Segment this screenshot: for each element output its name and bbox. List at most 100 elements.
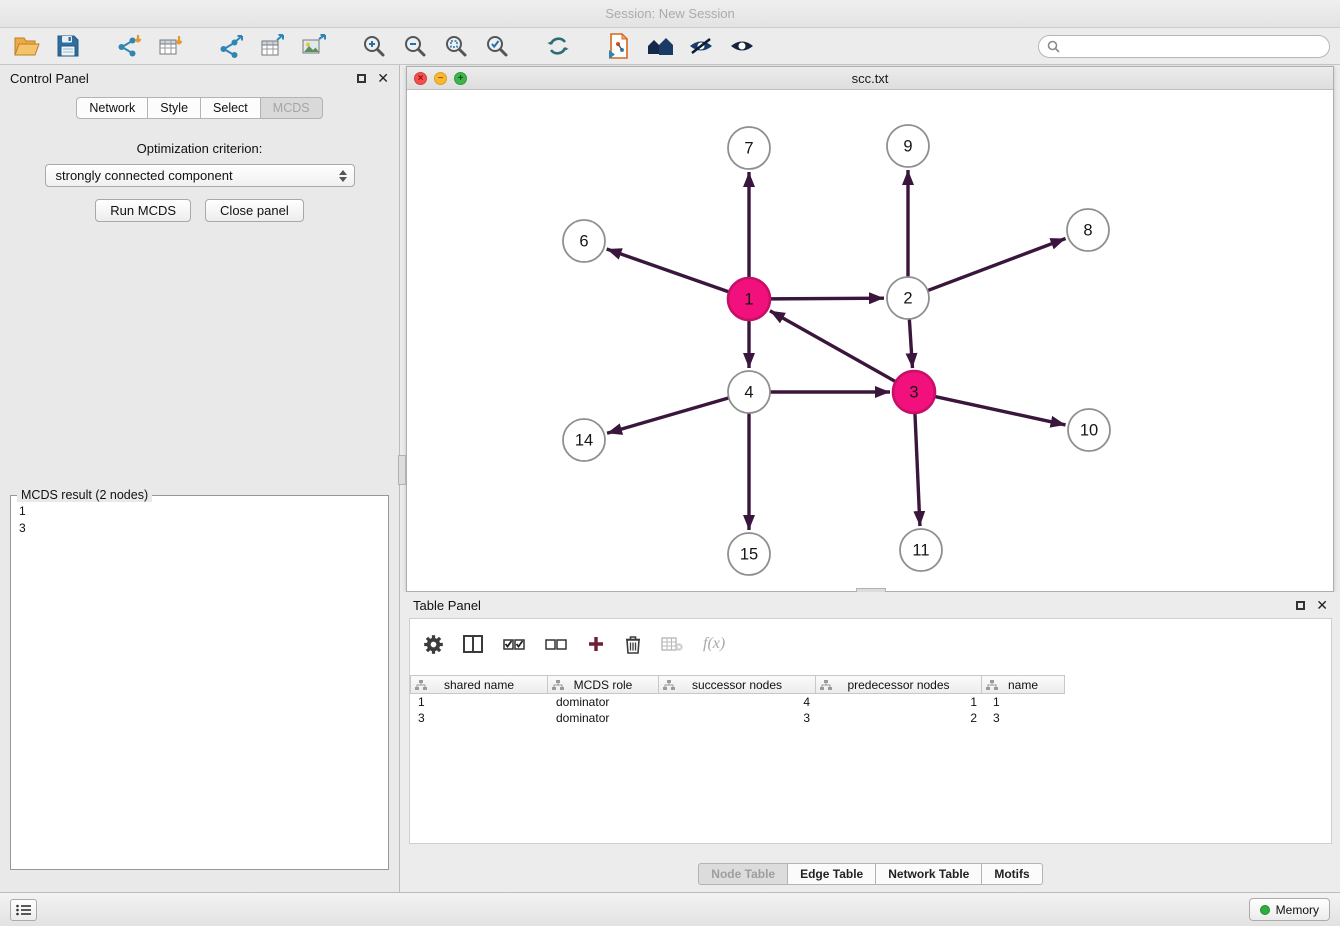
zoom-out-button[interactable] [398,31,432,61]
open-session-button[interactable] [10,31,44,61]
import-table-icon [158,34,183,58]
column-header-name[interactable]: name [981,675,1065,694]
close-panel-button[interactable]: Close panel [205,199,304,222]
graph-node-4[interactable]: 4 [728,371,770,413]
maximize-window-icon[interactable]: + [454,72,467,85]
cell-name[interactable]: 1 [985,694,1069,710]
export-table-icon [260,34,285,58]
tab-motifs[interactable]: Motifs [981,863,1042,885]
close-panel-icon[interactable]: ✕ [377,71,389,85]
column-header-successor-nodes[interactable]: successor nodes [658,675,816,694]
graph-node-6[interactable]: 6 [563,220,605,262]
column-header-shared-name[interactable]: shared name [410,675,548,694]
graph-edge-1-2[interactable] [770,298,884,299]
graph-edge-3-1[interactable] [770,311,896,382]
minimize-window-icon[interactable]: − [434,72,447,85]
table-row[interactable]: 3 dominator 3 2 3 [410,710,1331,726]
delete-column-button[interactable] [625,635,641,654]
tab-select[interactable]: Select [200,97,261,119]
graph-node-8[interactable]: 8 [1067,209,1109,251]
float-panel-icon[interactable] [357,74,366,83]
control-panel-tabs: Network Style Select MCDS [0,97,399,119]
cell-shared-name[interactable]: 3 [410,710,548,726]
graph-edge-2-3[interactable] [909,319,912,368]
run-mcds-button[interactable]: Run MCDS [95,199,191,222]
tab-style[interactable]: Style [147,97,201,119]
export-image-button[interactable] [296,31,330,61]
network-window-titlebar[interactable]: × − + scc.txt [407,67,1333,90]
graph-edge-2-8[interactable] [928,238,1066,290]
cell-name[interactable]: 3 [985,710,1069,726]
table-settings-button[interactable] [424,635,443,654]
unselect-all-columns-button[interactable] [545,636,567,652]
tab-node-table[interactable]: Node Table [698,863,788,885]
cell-predecessor-nodes[interactable]: 1 [818,694,985,710]
graph-node-15[interactable]: 15 [728,533,770,575]
network-graph[interactable]: 7 9 6 8 1 2 4 3 14 10 15 11 [407,90,1333,591]
show-columns-button[interactable] [463,635,483,653]
zoom-fit-button[interactable] [439,31,473,61]
graph-edge-4-14[interactable] [607,398,729,433]
copy-network-document-button[interactable] [602,31,636,61]
task-history-button[interactable] [10,899,37,921]
tab-edge-table[interactable]: Edge Table [787,863,876,885]
cell-mcds-role[interactable]: dominator [548,710,660,726]
search-field[interactable] [1038,35,1330,58]
close-table-panel-icon[interactable]: ✕ [1316,598,1328,612]
graph-node-2[interactable]: 2 [887,277,929,319]
search-icon [1047,40,1060,53]
graph-edge-3-11[interactable] [915,413,920,526]
table-row[interactable]: 1 dominator 4 1 1 [410,694,1331,710]
tab-network[interactable]: Network [76,97,148,119]
graph-node-7[interactable]: 7 [728,127,770,169]
graph-node-9[interactable]: 9 [887,125,929,167]
show-hide-details-button[interactable] [725,31,759,61]
control-panel-title: Control Panel [10,71,89,86]
zoom-in-button[interactable] [357,31,391,61]
float-table-panel-icon[interactable] [1296,601,1305,610]
graph-node-3[interactable]: 3 [893,371,935,413]
graph-edge-3-10[interactable] [935,396,1066,424]
column-header-predecessor-nodes[interactable]: predecessor nodes [815,675,982,694]
tab-mcds[interactable]: MCDS [260,97,323,119]
select-all-columns-button[interactable] [503,636,525,652]
zoom-selected-button[interactable] [480,31,514,61]
import-table-button[interactable] [153,31,187,61]
graph-node-1[interactable]: 1 [728,278,770,320]
import-network-button[interactable] [112,31,146,61]
tab-network-table[interactable]: Network Table [875,863,982,885]
save-session-button[interactable] [51,31,85,61]
graphics-details-button[interactable] [684,31,718,61]
cell-shared-name[interactable]: 1 [410,694,548,710]
table-panel-title: Table Panel [413,598,481,613]
close-window-icon[interactable]: × [414,72,427,85]
table-panel: Table Panel ✕ [401,592,1340,892]
svg-text:2: 2 [903,290,912,308]
network-canvas[interactable]: 7 9 6 8 1 2 4 3 14 10 15 11 [407,90,1333,591]
cell-mcds-role[interactable]: dominator [548,694,660,710]
memory-button[interactable]: Memory [1249,898,1330,921]
zoom-out-icon [403,34,427,58]
graph-node-10[interactable]: 10 [1068,409,1110,451]
column-header-mcds-role[interactable]: MCDS role [547,675,659,694]
graph-node-11[interactable]: 11 [900,529,942,571]
search-input[interactable] [1065,39,1321,53]
graph-node-14[interactable]: 14 [563,419,605,461]
cell-successor-nodes[interactable]: 3 [660,710,818,726]
criterion-select[interactable]: strongly connected component [45,164,355,187]
cell-predecessor-nodes[interactable]: 2 [818,710,985,726]
svg-text:11: 11 [912,542,929,560]
graph-edge-1-6[interactable] [607,249,730,292]
overview-button[interactable] [643,31,677,61]
column-sort-icon [986,680,998,691]
mcds-result-content[interactable]: 1 3 [11,496,388,544]
status-bar: Memory [0,892,1340,926]
refresh-view-button[interactable] [541,31,575,61]
delete-table-button-disabled [661,636,683,652]
vertical-split-handle[interactable] [398,455,406,485]
create-column-button[interactable] [587,635,605,653]
mcds-result-title: MCDS result (2 nodes) [17,488,152,502]
export-table-button[interactable] [255,31,289,61]
export-network-button[interactable] [214,31,248,61]
cell-successor-nodes[interactable]: 4 [660,694,818,710]
